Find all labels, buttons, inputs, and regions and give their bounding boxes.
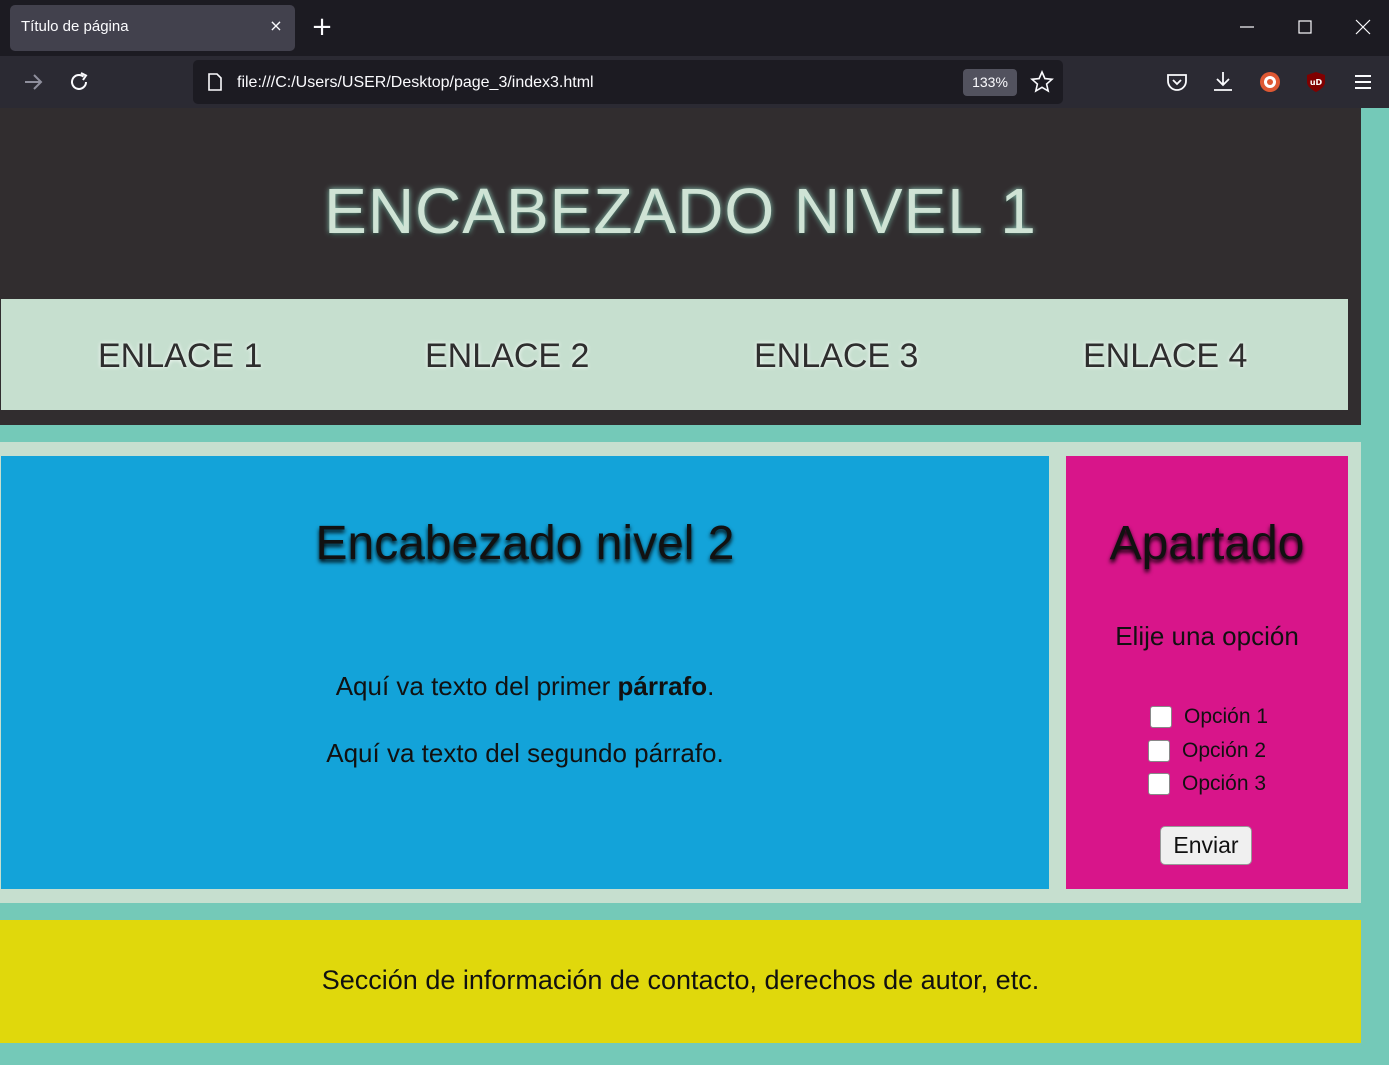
minimize-icon[interactable] [1232, 12, 1262, 42]
main-section: Encabezado nivel 2 Aquí va texto del pri… [0, 442, 1361, 903]
paragraph-1-text: Aquí va texto del primer [335, 671, 618, 701]
tab-close-icon[interactable]: × [266, 16, 286, 36]
menu-icon[interactable] [1350, 69, 1376, 95]
submit-button[interactable]: Enviar [1160, 826, 1252, 865]
page-title: ENCABEZADO NIVEL 1 [324, 175, 1037, 247]
new-tab-button[interactable]: + [310, 14, 334, 40]
aside-prompt: Elije una opción [1115, 621, 1299, 651]
close-window-icon[interactable] [1348, 12, 1378, 42]
footer-text: Sección de información de contacto, dere… [321, 965, 1040, 995]
option-2-checkbox[interactable] [1148, 740, 1170, 762]
paragraph-1-end: . [707, 671, 715, 701]
paragraph-1: Aquí va texto del primer párrafo. [1, 671, 1049, 702]
navigation-toolbar: file:///C:/Users/USER/Desktop/page_3/ind… [0, 56, 1389, 108]
paragraph-2: Aquí va texto del segundo párrafo. [326, 738, 724, 768]
option-3-label: Opción 3 [1182, 772, 1267, 795]
forward-arrow-icon[interactable] [20, 69, 46, 95]
url-bar[interactable]: file:///C:/Users/USER/Desktop/page_3/ind… [193, 60, 1063, 104]
maximize-icon[interactable] [1290, 12, 1320, 42]
downloads-icon[interactable] [1210, 69, 1236, 95]
page-icon [205, 72, 225, 92]
nav-link-3[interactable]: ENLACE 3 [754, 337, 918, 376]
tab-bar: Título de página × + [0, 0, 1389, 56]
nav-link-2[interactable]: ENLACE 2 [425, 337, 589, 376]
sidebar-aside: Apartado Elije una opción Opción 1 Opció… [1066, 456, 1348, 889]
url-text[interactable]: file:///C:/Users/USER/Desktop/page_3/ind… [237, 74, 594, 92]
option-1-checkbox[interactable] [1150, 706, 1172, 728]
article: Encabezado nivel 2 Aquí va texto del pri… [1, 456, 1049, 889]
article-heading: Encabezado nivel 2 [315, 517, 735, 570]
main-nav: ENLACE 1 ENLACE 2 ENLACE 3 ENLACE 4 [1, 299, 1348, 410]
pocket-icon[interactable] [1164, 69, 1190, 95]
tab-title: Título de página [21, 18, 129, 35]
ublock-icon[interactable]: uD [1303, 69, 1329, 95]
option-3-checkbox[interactable] [1148, 773, 1170, 795]
paragraph-1-bold: párrafo [617, 671, 708, 701]
browser-tab[interactable]: Título de página × [10, 5, 295, 51]
site-header: ENCABEZADO NIVEL 1 ENLACE 1 ENLACE 2 ENL… [0, 108, 1361, 425]
aside-title: Apartado [1109, 517, 1305, 570]
option-2-label: Opción 2 [1182, 739, 1267, 762]
nav-link-1[interactable]: ENLACE 1 [98, 337, 262, 376]
bookmark-star-icon[interactable] [1030, 70, 1054, 94]
svg-text:uD: uD [1310, 78, 1323, 87]
nav-link-4[interactable]: ENLACE 4 [1083, 337, 1247, 376]
zoom-level-badge[interactable]: 133% [963, 69, 1017, 96]
site-footer: Sección de información de contacto, dere… [0, 920, 1361, 1043]
option-1-label: Opción 1 [1184, 705, 1269, 728]
duckduckgo-icon[interactable] [1257, 69, 1283, 95]
reload-icon[interactable] [66, 69, 92, 95]
